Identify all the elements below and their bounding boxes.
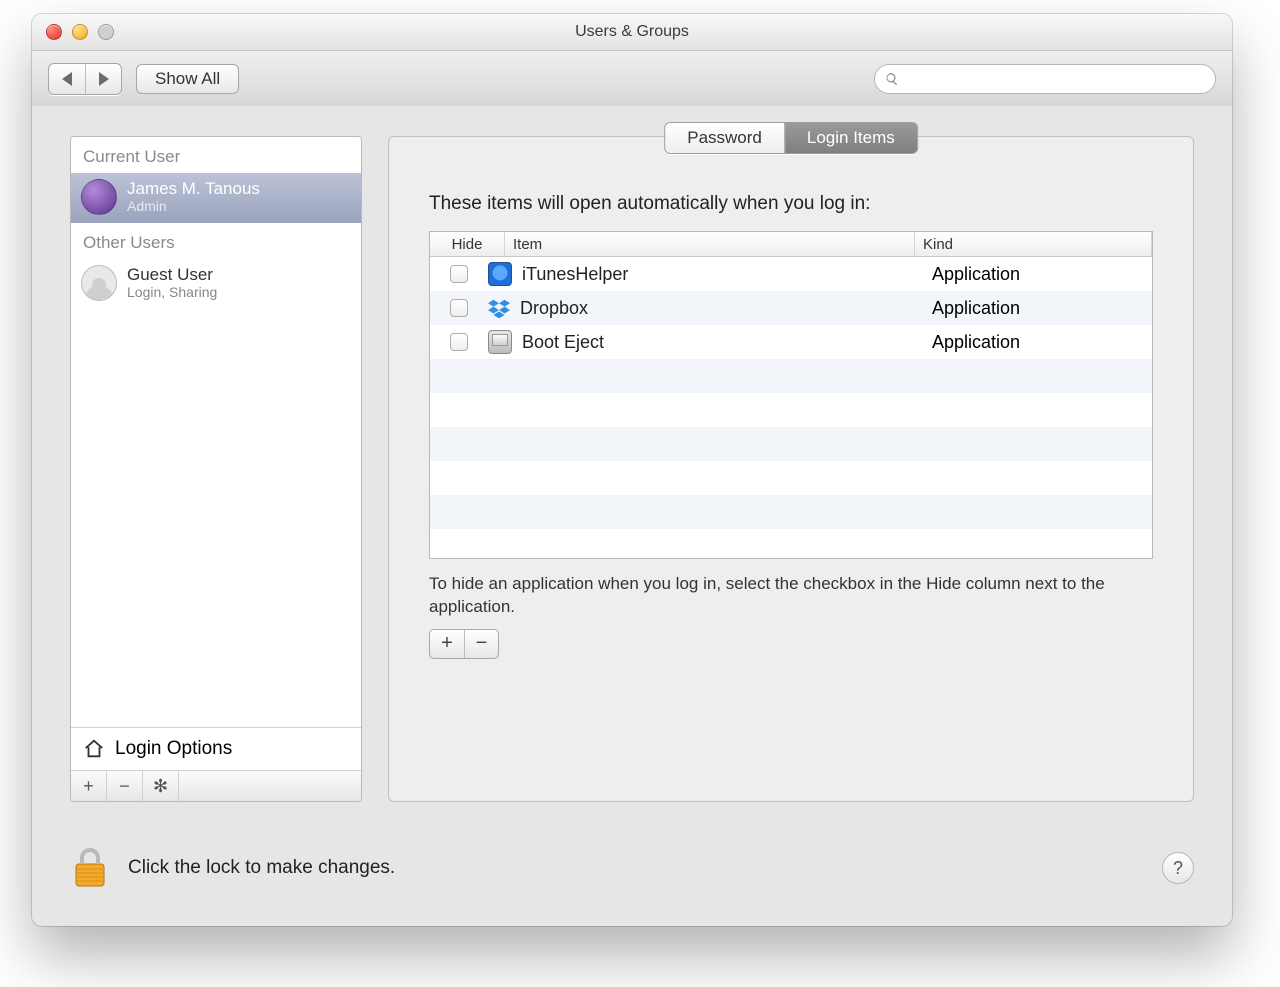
zoom-window-button[interactable] (98, 24, 114, 40)
preferences-window: Users & Groups Show All Current User (32, 14, 1232, 926)
avatar-icon (81, 265, 117, 301)
table-row-empty (430, 529, 1152, 559)
item-kind: Application (932, 332, 1152, 353)
item-kind: Application (932, 264, 1152, 285)
intro-text: These items will open automatically when… (429, 193, 1153, 215)
lock-hint-text: Click the lock to make changes. (128, 857, 395, 879)
sidebar-tools: + − ✻ (71, 770, 361, 801)
item-kind: Application (932, 298, 1152, 319)
table-row-empty (430, 461, 1152, 495)
hide-checkbox[interactable] (450, 299, 468, 317)
dropbox-icon (488, 297, 510, 319)
col-item[interactable]: Item (505, 232, 915, 256)
close-window-button[interactable] (46, 24, 62, 40)
lock-icon[interactable] (70, 846, 110, 890)
table-row-empty (430, 427, 1152, 461)
table-row-empty (430, 393, 1152, 427)
login-options-label: Login Options (115, 738, 232, 760)
sidebar-user-current[interactable]: James M. Tanous Admin (71, 173, 361, 223)
chevron-right-icon (99, 72, 109, 86)
footer: Click the lock to make changes. ? (70, 838, 1194, 898)
item-name: Boot Eject (522, 332, 604, 353)
current-user-section-label: Current User (71, 137, 361, 173)
tab-bar: Password Login Items (664, 122, 918, 154)
remove-user-button[interactable]: − (107, 771, 143, 801)
nav-segment (48, 63, 122, 95)
login-items-add-remove: + − (429, 629, 499, 659)
chevron-left-icon (62, 72, 72, 86)
forward-button[interactable] (85, 64, 121, 94)
add-login-item-button[interactable]: + (430, 630, 464, 658)
users-sidebar: Current User James M. Tanous Admin Other… (70, 136, 362, 802)
tab-password[interactable]: Password (665, 123, 784, 153)
col-hide[interactable]: Hide (430, 232, 505, 256)
other-users-section-label: Other Users (71, 223, 361, 259)
sidebar-user-guest[interactable]: Guest User Login, Sharing (71, 259, 361, 309)
titlebar: Users & Groups (32, 14, 1232, 51)
hide-hint-text: To hide an application when you log in, … (429, 573, 1153, 619)
help-button[interactable]: ? (1162, 852, 1194, 884)
itunes-icon (488, 262, 512, 286)
guest-user-name: Guest User (127, 266, 217, 285)
show-all-button[interactable]: Show All (136, 64, 239, 94)
script-icon (488, 330, 512, 354)
table-row-empty (430, 495, 1152, 529)
avatar-icon (81, 179, 117, 215)
add-user-button[interactable]: + (71, 771, 107, 801)
hide-checkbox[interactable] (450, 333, 468, 351)
item-name: iTunesHelper (522, 264, 628, 285)
table-row-empty (430, 359, 1152, 393)
table-row[interactable]: Boot Eject Application (430, 325, 1152, 359)
search-icon (885, 72, 899, 86)
remove-login-item-button[interactable]: − (464, 630, 498, 658)
table-row[interactable]: Dropbox Application (430, 291, 1152, 325)
guest-user-role: Login, Sharing (127, 284, 217, 300)
search-input[interactable] (907, 70, 1205, 88)
minimize-window-button[interactable] (72, 24, 88, 40)
login-items-table: Hide Item Kind iTunesHelper Appli (429, 231, 1153, 559)
main-content: Password Login Items These items will op… (388, 136, 1194, 802)
toolbar: Show All (32, 51, 1232, 108)
window-title: Users & Groups (32, 23, 1232, 41)
back-button[interactable] (49, 64, 85, 94)
item-name: Dropbox (520, 298, 588, 319)
current-user-role: Admin (127, 198, 260, 214)
hide-checkbox[interactable] (450, 265, 468, 283)
tab-login-items[interactable]: Login Items (784, 123, 917, 153)
current-user-name: James M. Tanous (127, 180, 260, 199)
table-row[interactable]: iTunesHelper Application (430, 257, 1152, 291)
user-actions-button[interactable]: ✻ (143, 771, 179, 801)
search-field[interactable] (874, 64, 1216, 94)
col-kind[interactable]: Kind (915, 232, 1152, 256)
house-icon (83, 738, 105, 760)
login-options-button[interactable]: Login Options (71, 727, 361, 770)
